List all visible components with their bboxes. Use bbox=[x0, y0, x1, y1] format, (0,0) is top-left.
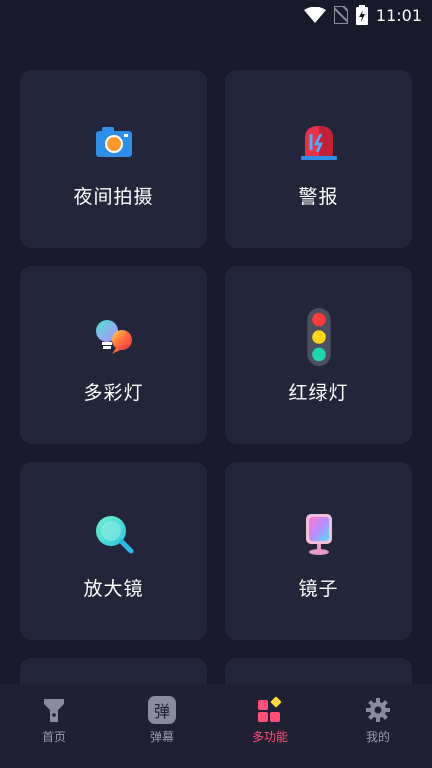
nav-item-danmaku[interactable]: 弹 弹幕 bbox=[108, 684, 216, 768]
no-sim-icon bbox=[333, 6, 348, 24]
status-icons: 11:01 bbox=[303, 5, 422, 25]
nav-item-home[interactable]: 首页 bbox=[0, 684, 108, 768]
battery-charging-icon bbox=[355, 5, 368, 25]
status-time: 11:01 bbox=[375, 5, 422, 25]
feature-label: 镜子 bbox=[298, 578, 339, 600]
status-bar: 11:01 bbox=[0, 0, 432, 30]
traffic-light-icon bbox=[306, 307, 331, 367]
feature-card-alarm[interactable]: 警报 bbox=[225, 70, 412, 248]
feature-label: 放大镜 bbox=[83, 578, 144, 600]
nav-label: 弹幕 bbox=[149, 730, 174, 744]
nav-label: 首页 bbox=[41, 730, 66, 744]
feature-label: 红绿灯 bbox=[288, 382, 349, 404]
bottom-navigation: 首页 弹 弹幕 多功能 我的 bbox=[0, 684, 432, 768]
flashlight-icon bbox=[44, 699, 64, 722]
feature-card-night-shot[interactable]: 夜间拍摄 bbox=[20, 70, 207, 248]
nav-item-mine[interactable]: 我的 bbox=[324, 684, 432, 768]
siren-icon bbox=[300, 126, 337, 160]
feature-card-colorful-light[interactable]: 多彩灯 bbox=[20, 266, 207, 444]
wifi-icon bbox=[303, 7, 326, 23]
camera-icon bbox=[95, 127, 132, 157]
settings-gear-icon bbox=[366, 698, 390, 722]
magnifier-icon bbox=[95, 516, 133, 554]
feature-card-mirror[interactable]: 镜子 bbox=[225, 462, 412, 640]
feature-label: 夜间拍摄 bbox=[73, 186, 154, 208]
colorful-bulb-icon bbox=[95, 320, 132, 354]
feature-label: 警报 bbox=[298, 186, 339, 208]
feature-label: 多彩灯 bbox=[83, 382, 144, 404]
danmaku-icon-text: 弹 bbox=[153, 702, 170, 721]
nav-item-multi-function[interactable]: 多功能 bbox=[216, 684, 324, 768]
feature-card-traffic-light[interactable]: 红绿灯 bbox=[225, 266, 412, 444]
multi-function-icon bbox=[258, 696, 282, 722]
nav-label: 我的 bbox=[365, 730, 390, 744]
nav-label: 多功能 bbox=[251, 730, 288, 744]
danmaku-icon: 弹 bbox=[148, 696, 176, 724]
feature-card-magnifier[interactable]: 放大镜 bbox=[20, 462, 207, 640]
mirror-icon bbox=[305, 514, 332, 555]
